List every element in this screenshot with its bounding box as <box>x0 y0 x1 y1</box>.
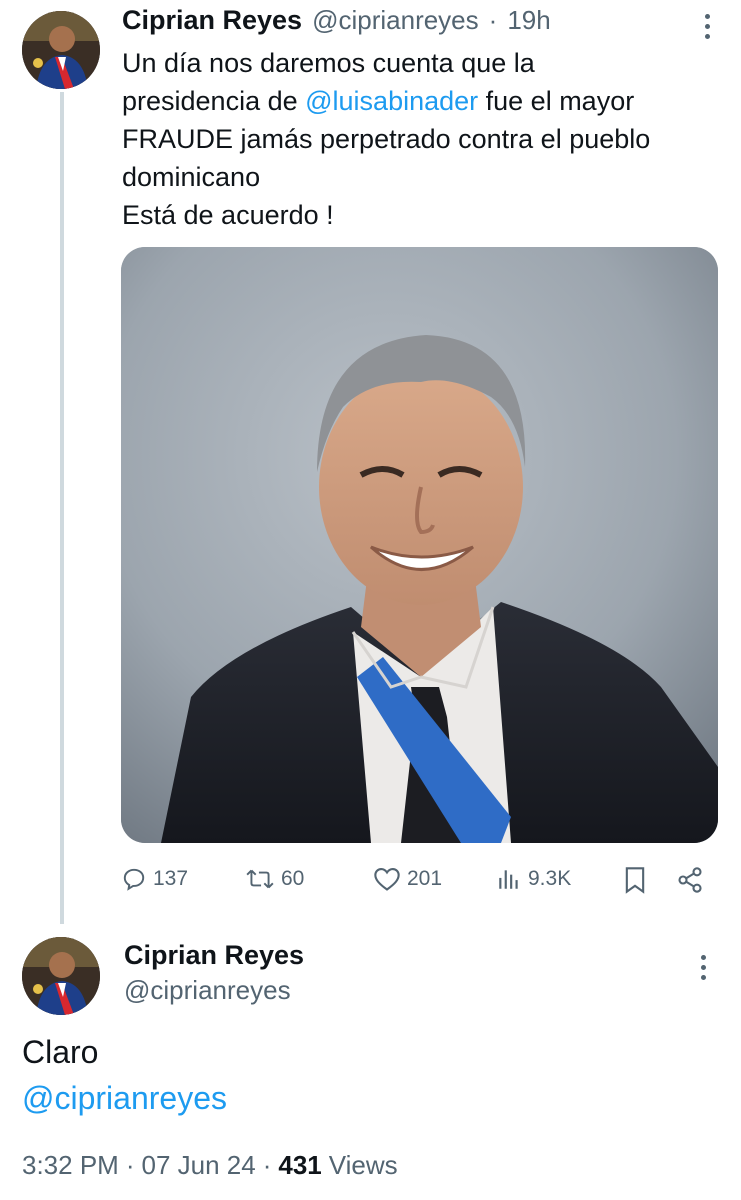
tweet-text-line: dominicano <box>122 162 261 192</box>
tweet-header: Ciprian Reyes @ciprianreyes · 19h <box>122 5 551 36</box>
reply-meta: 3:32 PM · 07 Jun 24 · 431 Views <box>22 1150 398 1181</box>
reply-time[interactable]: 3:32 PM <box>22 1150 119 1181</box>
tweet-text-line: Un día nos daremos cuenta que la <box>122 48 535 78</box>
reply-views-label: Views <box>328 1150 398 1180</box>
retweet-arrows-icon <box>246 869 274 889</box>
comment-bubble-icon <box>123 868 145 891</box>
views-action[interactable]: 9.3K <box>496 866 571 892</box>
reply-author-name[interactable]: Ciprian Reyes <box>124 940 304 971</box>
author-handle[interactable]: @ciprianreyes <box>312 5 479 36</box>
reply-mention-link[interactable]: @ciprianreyes <box>22 1080 227 1117</box>
author-name[interactable]: Ciprian Reyes <box>122 5 302 36</box>
avatar-photo <box>22 11 100 89</box>
share-action[interactable] <box>676 866 704 894</box>
vertical-dots-icon <box>700 955 706 960</box>
tweet-media-image[interactable] <box>121 247 718 843</box>
meta-separator: · <box>125 1150 135 1180</box>
bookmark-action[interactable] <box>623 866 647 894</box>
tweet-text-line: FRAUDE jamás perpetrado contra el pueblo <box>122 124 651 154</box>
reply-action[interactable]: 137 <box>121 866 188 892</box>
share-icon <box>678 867 702 893</box>
like-action[interactable]: 201 <box>373 866 442 892</box>
tweet-text-fragment: presidencia de <box>122 86 306 116</box>
header-separator: · <box>488 5 498 35</box>
tweet-more-menu[interactable] <box>697 14 717 39</box>
tweet-text-line: Está de acuerdo ! <box>122 200 334 230</box>
like-count: 201 <box>407 867 443 890</box>
retweet-action[interactable]: 60 <box>245 866 304 892</box>
bookmark-icon <box>625 867 645 894</box>
reply-more-menu[interactable] <box>693 955 713 980</box>
reply-date[interactable]: 07 Jun 24 <box>142 1150 256 1181</box>
heart-icon <box>374 868 400 891</box>
reply-views-count: 431 <box>278 1150 322 1180</box>
reply-author-handle[interactable]: @ciprianreyes <box>124 975 291 1006</box>
tweet-time-ago[interactable]: 19h <box>507 5 550 36</box>
author-avatar[interactable] <box>22 11 100 89</box>
vertical-dots-icon <box>704 14 710 19</box>
meta-separator: · <box>262 1150 272 1180</box>
views-count: 9.3K <box>528 867 572 890</box>
tweet-text-line: presidencia de @luisabinader fue el mayo… <box>122 82 722 120</box>
reply-count: 137 <box>153 867 189 890</box>
tweet-text-fragment: fue el mayor <box>478 86 635 116</box>
reply-author-avatar[interactable] <box>22 937 100 1015</box>
thread-connector-line <box>60 92 64 924</box>
reply-text: Claro <box>22 1034 99 1070</box>
avatar-photo <box>22 937 100 1015</box>
mention-link[interactable]: @luisabinader <box>305 86 478 116</box>
retweet-count: 60 <box>281 867 305 890</box>
portrait-photo <box>121 247 718 843</box>
tweet-text: Un día nos daremos cuenta que la preside… <box>122 44 722 234</box>
bar-chart-icon <box>499 870 518 889</box>
